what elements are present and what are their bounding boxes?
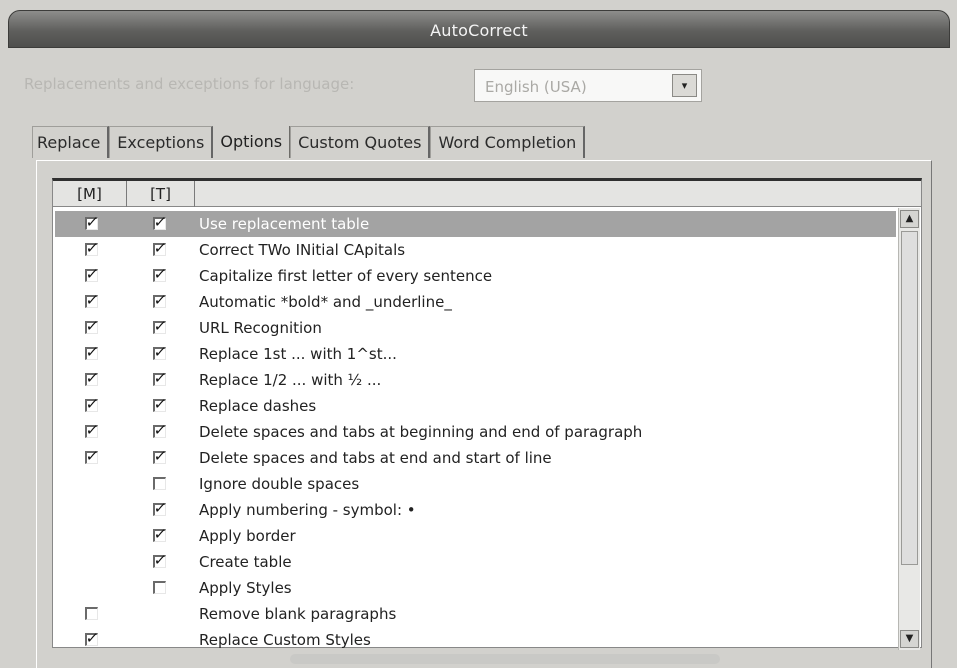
checkbox-m[interactable] xyxy=(85,633,98,646)
option-label: Replace 1st ... with 1^st... xyxy=(199,345,397,363)
checkbox-m[interactable] xyxy=(85,373,98,386)
checkbox-t[interactable] xyxy=(153,243,166,256)
option-label: Delete spaces and tabs at end and start … xyxy=(199,449,552,467)
option-row[interactable]: Remove blank paragraphs xyxy=(55,601,896,627)
checkbox-m[interactable] xyxy=(85,295,98,308)
option-row[interactable]: Replace Custom Styles xyxy=(55,627,896,653)
language-label: Replacements and exceptions for language… xyxy=(24,75,355,93)
checkbox-m[interactable] xyxy=(85,347,98,360)
option-label: Remove blank paragraphs xyxy=(199,605,397,623)
option-label: Apply border xyxy=(199,527,296,545)
option-label: URL Recognition xyxy=(199,319,322,337)
checkbox-t[interactable] xyxy=(153,425,166,438)
option-row[interactable]: Apply numbering - symbol: • xyxy=(55,497,896,523)
option-label: Create table xyxy=(199,553,292,571)
checkbox-t[interactable] xyxy=(153,321,166,334)
window-title: AutoCorrect xyxy=(430,21,528,40)
language-dropdown[interactable]: English (USA) ▾ xyxy=(474,69,702,102)
checkbox-m[interactable] xyxy=(85,451,98,464)
tab-bar: Replace Exceptions Options Custom Quotes… xyxy=(32,126,586,160)
column-header-m[interactable]: [M] xyxy=(53,181,127,207)
option-label: Apply numbering - symbol: • xyxy=(199,501,416,519)
scroll-up-icon[interactable]: ▲ xyxy=(900,210,919,228)
checkbox-m[interactable] xyxy=(85,321,98,334)
option-label: Automatic *bold* and _underline_ xyxy=(199,293,452,311)
option-label: Apply Styles xyxy=(199,579,292,597)
option-row[interactable]: Replace 1st ... with 1^st... xyxy=(55,341,896,367)
checkbox-t[interactable] xyxy=(153,295,166,308)
title-bar[interactable]: AutoCorrect xyxy=(8,10,950,48)
option-label: Correct TWo INitial CApitals xyxy=(199,241,406,259)
checkbox-m[interactable] xyxy=(85,425,98,438)
language-selected-value: English (USA) xyxy=(485,78,587,96)
option-row[interactable]: Create table xyxy=(55,549,896,575)
language-row: Replacements and exceptions for language… xyxy=(14,66,944,106)
checkbox-t[interactable] xyxy=(153,269,166,282)
option-row[interactable]: Ignore double spaces xyxy=(55,471,896,497)
option-row[interactable]: Correct TWo INitial CApitals xyxy=(55,237,896,263)
column-header-t[interactable]: [T] xyxy=(127,181,195,207)
option-label: Replace Custom Styles xyxy=(199,631,371,649)
tab-word-completion[interactable]: Word Completion xyxy=(430,126,586,158)
checkbox-m[interactable] xyxy=(85,243,98,256)
grid-header: [M] [T] xyxy=(53,181,921,207)
option-row[interactable]: Delete spaces and tabs at beginning and … xyxy=(55,419,896,445)
option-row[interactable]: Apply Styles xyxy=(55,575,896,601)
vertical-scrollbar[interactable]: ▲ ▼ xyxy=(898,208,920,650)
checkbox-t[interactable] xyxy=(153,503,166,516)
option-row[interactable]: Use replacement table xyxy=(55,211,896,237)
autocorrect-dialog: AutoCorrect Replacements and exceptions … xyxy=(0,0,957,668)
checkbox-m[interactable] xyxy=(85,217,98,230)
checkbox-m[interactable] xyxy=(85,607,98,620)
option-label: Capitalize first letter of every sentenc… xyxy=(199,267,493,285)
option-label: Replace 1/2 ... with ½ ... xyxy=(199,371,382,389)
checkbox-t[interactable] xyxy=(153,529,166,542)
checkbox-m[interactable] xyxy=(85,269,98,282)
option-label: Use replacement table xyxy=(199,215,370,233)
option-row[interactable]: Capitalize first letter of every sentenc… xyxy=(55,263,896,289)
option-row[interactable]: Replace 1/2 ... with ½ ... xyxy=(55,367,896,393)
tab-exceptions[interactable]: Exceptions xyxy=(109,126,214,158)
checkbox-t[interactable] xyxy=(153,347,166,360)
tab-options[interactable]: Options xyxy=(213,126,291,158)
option-label: Delete spaces and tabs at beginning and … xyxy=(199,423,643,441)
option-row[interactable]: Delete spaces and tabs at end and start … xyxy=(55,445,896,471)
option-label: Ignore double spaces xyxy=(199,475,360,493)
scroll-thumb[interactable] xyxy=(901,231,918,565)
checkbox-t[interactable] xyxy=(153,581,166,594)
option-row[interactable]: Apply border xyxy=(55,523,896,549)
option-row[interactable]: Replace dashes xyxy=(55,393,896,419)
tab-custom-quotes[interactable]: Custom Quotes xyxy=(290,126,431,158)
option-label: Replace dashes xyxy=(199,397,317,415)
checkbox-m[interactable] xyxy=(85,399,98,412)
chevron-down-icon[interactable]: ▾ xyxy=(672,74,697,97)
checkbox-t[interactable] xyxy=(153,373,166,386)
checkbox-t[interactable] xyxy=(153,217,166,230)
option-row[interactable]: URL Recognition xyxy=(55,315,896,341)
partially-visible-control xyxy=(290,654,720,664)
options-grid: [M] [T] Use replacement table Correct TWo… xyxy=(52,178,922,650)
scroll-down-icon[interactable]: ▼ xyxy=(900,630,919,648)
checkbox-t[interactable] xyxy=(153,477,166,490)
checkbox-t[interactable] xyxy=(153,555,166,568)
checkbox-t[interactable] xyxy=(153,399,166,412)
tab-replace[interactable]: Replace xyxy=(32,126,110,158)
option-row[interactable]: Automatic *bold* and _underline_ xyxy=(55,289,896,315)
checkbox-t[interactable] xyxy=(153,451,166,464)
